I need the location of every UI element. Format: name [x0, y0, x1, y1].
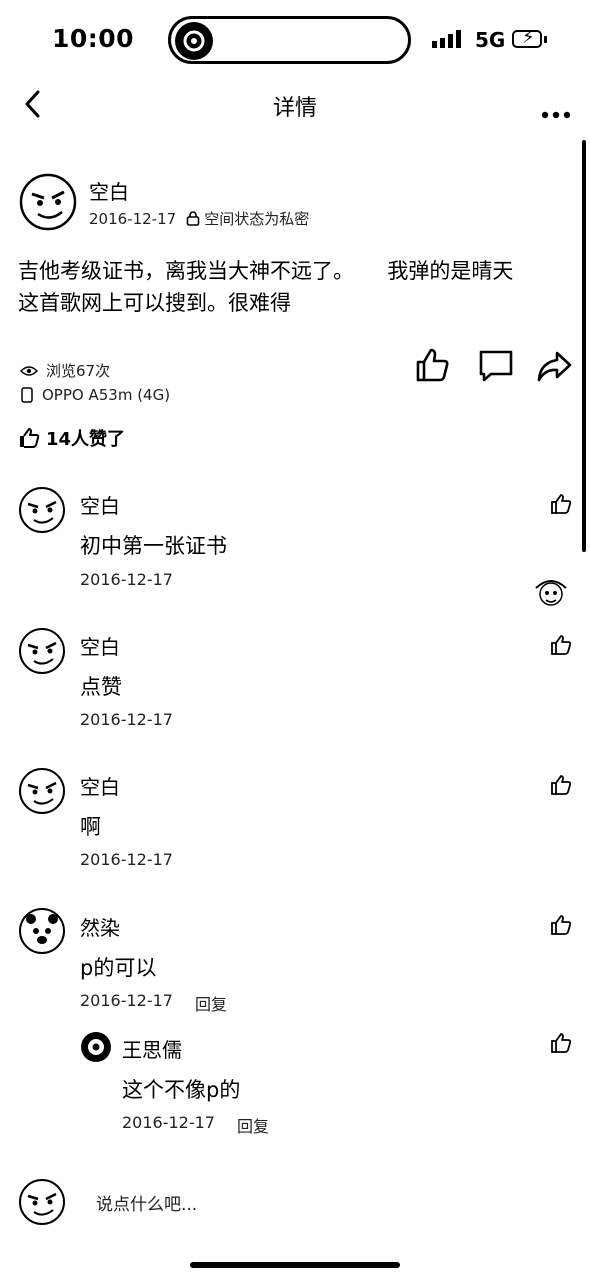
thumbs-up-icon — [551, 1033, 572, 1053]
thumbs-up-icon — [551, 635, 572, 655]
thumbs-up-icon — [551, 775, 572, 795]
network-type: 5G — [475, 28, 506, 52]
reply-text: 这个不像p的 — [122, 1078, 241, 1102]
more-button[interactable] — [541, 100, 571, 125]
comment-like-button[interactable] — [550, 493, 572, 515]
comment-date: 2016-12-17 回复 — [80, 991, 227, 1015]
comment-text: 初中第一张证书 — [80, 534, 227, 558]
comment-button[interactable] — [477, 347, 515, 385]
reply-like-button[interactable] — [550, 1032, 572, 1054]
floating-sticker-icon[interactable] — [532, 572, 570, 610]
avatar[interactable] — [18, 907, 66, 955]
battery-tip — [544, 36, 547, 43]
post-content: 吉他考级证书，离我当大神不远了。 我弹的是晴天 这首歌网上可以搜到。很难得 — [18, 259, 514, 315]
avatar[interactable] — [18, 767, 66, 815]
reply-author[interactable]: 王思儒 — [122, 1034, 182, 1063]
comment-icon — [479, 350, 513, 382]
status-time: 10:00 — [52, 24, 135, 53]
phone-icon — [21, 387, 33, 403]
comment-date: 2016-12-17 — [80, 570, 173, 589]
view-count: 浏览67次 — [20, 360, 110, 381]
device-info: OPPO A53m (4G) — [20, 386, 170, 404]
share-icon — [537, 351, 572, 382]
like-button[interactable] — [413, 346, 451, 384]
share-button[interactable] — [535, 347, 573, 385]
comment-author[interactable]: 空白 — [80, 490, 120, 519]
comment-date: 2016-12-17 — [80, 850, 173, 869]
comment-input[interactable]: 说点什么吧... — [96, 1190, 197, 1215]
comment-like-button[interactable] — [550, 774, 572, 796]
thumbs-up-icon — [551, 915, 572, 935]
comment-text: 啊 — [80, 815, 101, 839]
post-meta: 2016-12-17 空间状态为私密 — [89, 208, 309, 229]
eye-icon — [20, 365, 38, 376]
avatar[interactable] — [80, 1031, 112, 1063]
app-logo-icon — [175, 22, 213, 60]
page-title: 详情 — [272, 96, 317, 121]
thumbs-up-icon — [551, 494, 572, 514]
comment-text: p的可以 — [80, 956, 157, 980]
comment-author[interactable]: 空白 — [80, 771, 120, 800]
thumbs-up-icon — [20, 428, 40, 448]
avatar[interactable] — [18, 627, 66, 675]
lock-icon — [186, 211, 200, 226]
home-indicator[interactable] — [190, 1262, 400, 1268]
reply-date: 2016-12-17 回复 — [122, 1113, 269, 1137]
like-summary[interactable]: 14人赞了 — [18, 425, 125, 451]
thumbs-up-icon — [416, 348, 449, 382]
scrollbar[interactable] — [582, 140, 586, 552]
post-date: 2016-12-17 — [89, 209, 177, 228]
avatar[interactable] — [18, 172, 78, 232]
post-author[interactable]: 空白 — [89, 176, 129, 205]
charging-icon: ⚡ — [522, 27, 535, 48]
comment-author[interactable]: 然染 — [80, 912, 120, 941]
signal-icon — [432, 30, 466, 52]
reply-button[interactable]: 回复 — [237, 1113, 269, 1137]
comment-like-button[interactable] — [550, 634, 572, 656]
comment-author[interactable]: 空白 — [80, 631, 120, 660]
privacy-label: 空间状态为私密 — [186, 208, 309, 229]
comment-text: 点赞 — [80, 675, 122, 699]
comment-date: 2016-12-17 — [80, 710, 173, 729]
more-icon — [541, 111, 571, 119]
reply-button[interactable]: 回复 — [195, 991, 227, 1015]
avatar[interactable] — [18, 486, 66, 534]
comment-like-button[interactable] — [550, 914, 572, 936]
avatar — [18, 1178, 66, 1226]
